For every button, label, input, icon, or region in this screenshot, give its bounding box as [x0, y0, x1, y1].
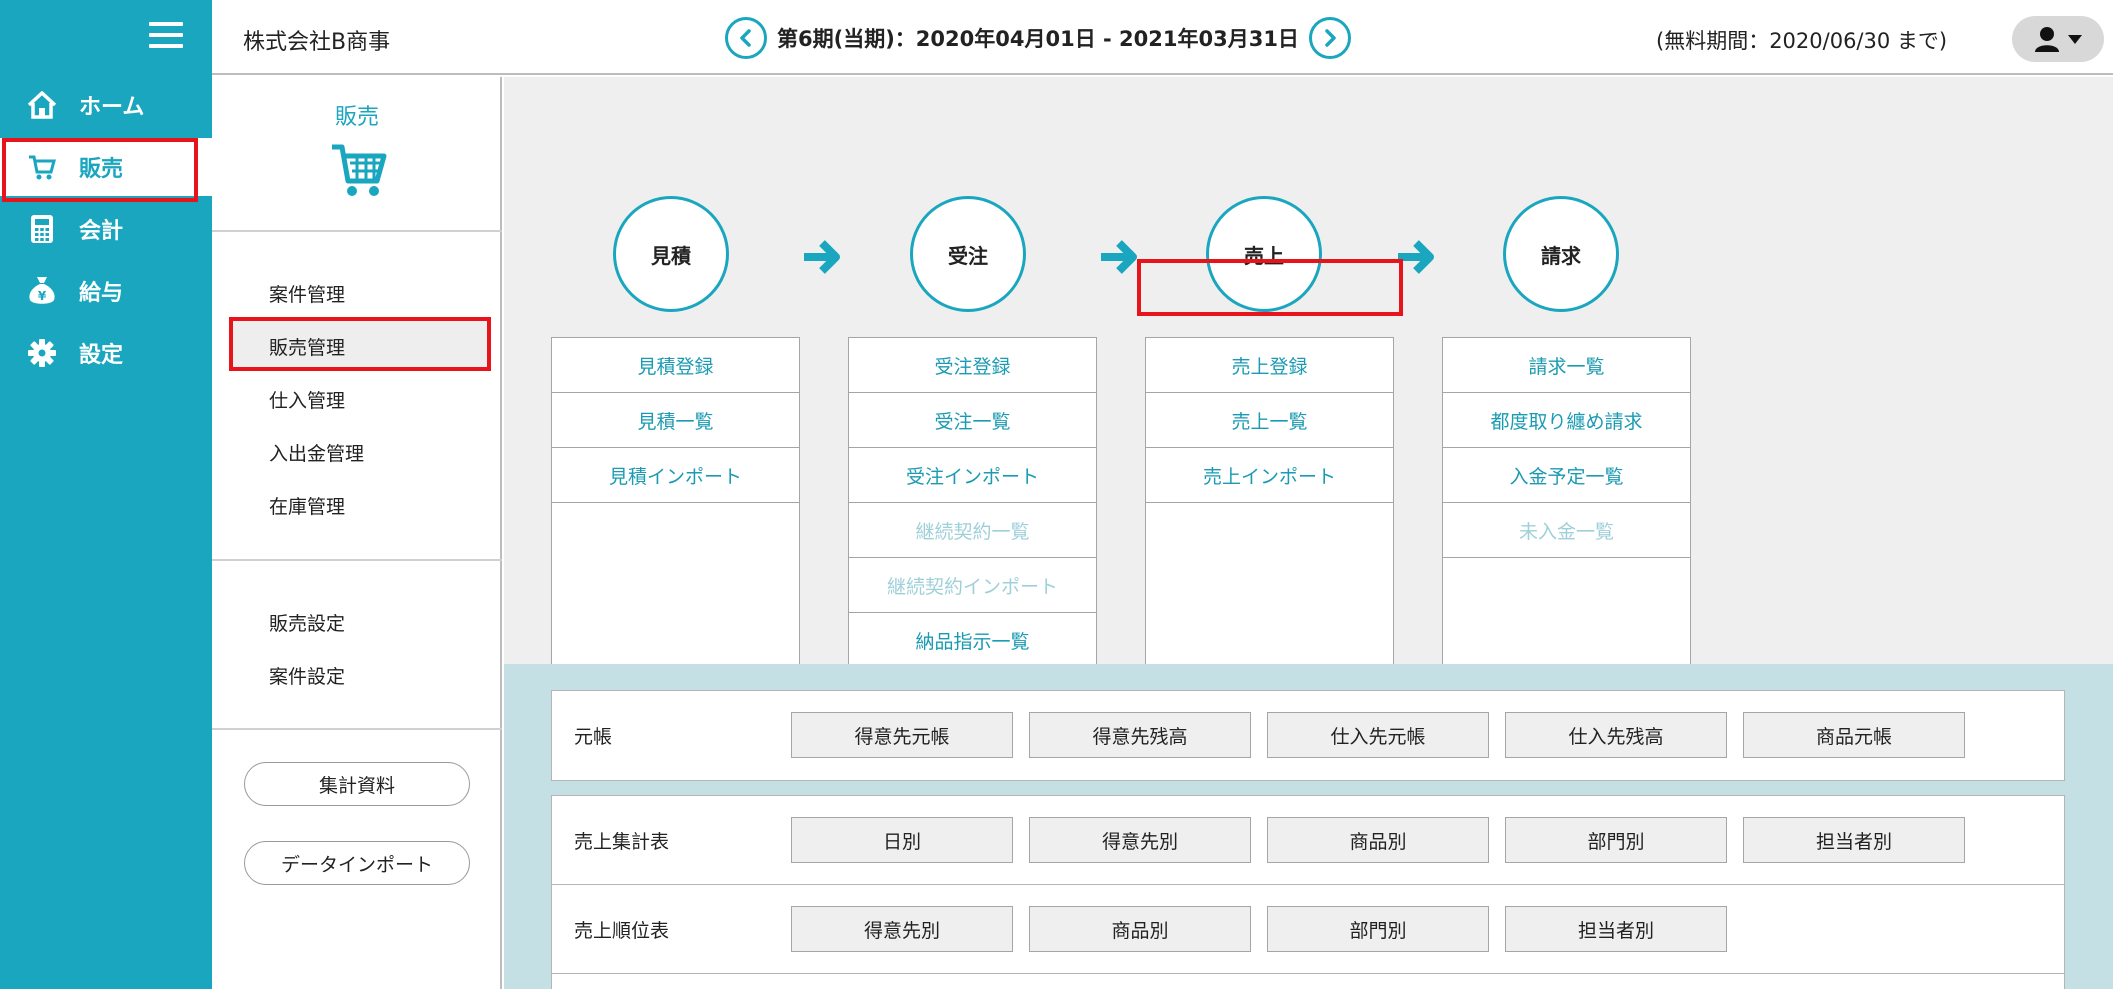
next-row-partial: [552, 974, 2064, 989]
summary-department-button[interactable]: 部門別: [1505, 817, 1727, 863]
supplier-balance-button[interactable]: 仕入先残高: [1505, 712, 1727, 758]
estimate-register-link[interactable]: 見積登録: [552, 338, 799, 393]
sales-register-link[interactable]: 売上登録: [1146, 338, 1393, 393]
expected-payment-list-link[interactable]: 入金予定一覧: [1443, 448, 1690, 503]
sub-item-projects[interactable]: 案件管理: [269, 280, 345, 307]
sales-ranking-row: 売上順位表 得意先別 商品別 部門別 担当者別: [552, 885, 2064, 974]
stage-invoice: 請求: [1503, 196, 1619, 312]
arrow-right-icon: [800, 237, 844, 277]
svg-text:¥: ¥: [38, 289, 47, 303]
sub-item-sales-settings[interactable]: 販売設定: [269, 609, 345, 636]
nav-item-sales[interactable]: 販売: [0, 138, 212, 196]
user-menu-button[interactable]: [2012, 16, 2104, 62]
summary-staff-button[interactable]: 担当者別: [1743, 817, 1965, 863]
sales-sub-sidebar: 販売 案件管理 販売管理 仕入管理 入出金管理 在庫管理 販売設定 案件設定 集…: [212, 77, 502, 989]
order-import-link[interactable]: 受注インポート: [849, 448, 1096, 503]
row-label: 売上順位表: [574, 885, 669, 974]
order-list-link[interactable]: 受注一覧: [849, 393, 1096, 448]
top-bar: 株式会社B商事 第6期(当期)：2020年04月01日 - 2021年03月31…: [212, 0, 2113, 75]
delivery-instruction-list-link[interactable]: 納品指示一覧: [849, 613, 1096, 668]
estimate-list-link[interactable]: 見積一覧: [552, 393, 799, 448]
sub-item-purchase[interactable]: 仕入管理: [269, 386, 345, 413]
order-register-link[interactable]: 受注登録: [849, 338, 1096, 393]
highlight-box: [2, 138, 198, 202]
product-ledger-button[interactable]: 商品元帳: [1743, 712, 1965, 758]
arrow-right-icon: [1097, 237, 1141, 277]
summary-daily-button[interactable]: 日別: [791, 817, 1013, 863]
home-icon: [25, 88, 59, 122]
sales-import-link[interactable]: 売上インポート: [1146, 448, 1393, 503]
cart-icon: [329, 137, 387, 203]
sub-item-payments[interactable]: 入出金管理: [269, 439, 364, 466]
nav-label: 会計: [79, 213, 123, 245]
data-import-button[interactable]: データインポート: [244, 841, 470, 885]
company-name: 株式会社B商事: [243, 24, 390, 56]
chevron-right-icon: [1322, 29, 1338, 47]
highlight-box: [1137, 259, 1403, 316]
sales-reports-panel: 売上集計表 日別 得意先別 商品別 部門別 担当者別 売上順位表 得意先別 商品…: [551, 795, 2065, 989]
sub-item-inventory[interactable]: 在庫管理: [269, 492, 345, 519]
sales-list-link[interactable]: 売上一覧: [1146, 393, 1393, 448]
row-label: 売上集計表: [574, 796, 669, 885]
customer-ledger-button[interactable]: 得意先元帳: [791, 712, 1013, 758]
divider: [212, 728, 502, 730]
ledger-row: 元帳 得意先元帳 得意先残高 仕入先元帳 仕入先残高 商品元帳: [552, 691, 2064, 780]
nav-label: 給与: [79, 275, 123, 307]
ledger-panel: 元帳 得意先元帳 得意先残高 仕入先元帳 仕入先残高 商品元帳: [551, 690, 2065, 781]
calculator-icon: [25, 212, 59, 246]
chevron-left-icon: [738, 29, 754, 47]
main-sidebar: ホーム 販売 会計 ¥ 給与 設定: [0, 0, 212, 989]
supplier-ledger-button[interactable]: 仕入先元帳: [1267, 712, 1489, 758]
ranking-staff-button[interactable]: 担当者別: [1505, 906, 1727, 952]
sales-flow-area: 見積 受注 売上 請求 見積登録 見積一覧 見積インポート 受注登録 受注一覧 …: [504, 77, 2113, 664]
next-period-button[interactable]: [1309, 17, 1351, 59]
contract-list-link: 継続契約一覧: [849, 503, 1096, 558]
fiscal-period-text: 第6期(当期)：2020年04月01日 - 2021年03月31日: [777, 23, 1299, 53]
batch-invoice-link[interactable]: 都度取り纏め請求: [1443, 393, 1690, 448]
nav-item-home[interactable]: ホーム: [0, 76, 212, 134]
ranking-customer-button[interactable]: 得意先別: [791, 906, 1013, 952]
stage-estimate: 見積: [613, 196, 729, 312]
previous-period-button[interactable]: [725, 17, 767, 59]
stage-order: 受注: [910, 196, 1026, 312]
nav-label: ホーム: [79, 89, 144, 121]
sales-summary-row: 売上集計表 日別 得意先別 商品別 部門別 担当者別: [552, 796, 2064, 885]
money-bag-icon: ¥: [25, 274, 59, 308]
gear-icon: [25, 336, 59, 370]
fiscal-period-selector: 第6期(当期)：2020年04月01日 - 2021年03月31日: [725, 16, 1351, 60]
estimate-import-link[interactable]: 見積インポート: [552, 448, 799, 503]
hamburger-menu-icon[interactable]: [149, 22, 183, 48]
trial-period-text: (無料期間：2020/06/30 まで): [1656, 25, 1947, 55]
contract-import-link: 継続契約インポート: [849, 558, 1096, 613]
nav-item-accounting[interactable]: 会計: [0, 200, 212, 258]
sub-item-sales-management[interactable]: 販売管理: [269, 333, 345, 360]
row-label: 元帳: [574, 691, 612, 780]
invoice-list-link[interactable]: 請求一覧: [1443, 338, 1690, 393]
caret-down-icon: [2067, 33, 2083, 45]
sub-sidebar-title: 販売: [212, 99, 502, 131]
ranking-department-button[interactable]: 部門別: [1267, 906, 1489, 952]
summary-customer-button[interactable]: 得意先別: [1029, 817, 1251, 863]
divider: [212, 230, 502, 232]
summary-product-button[interactable]: 商品別: [1267, 817, 1489, 863]
sub-item-project-settings[interactable]: 案件設定: [269, 662, 345, 689]
divider: [212, 559, 502, 561]
nav-item-settings[interactable]: 設定: [0, 324, 212, 382]
reports-area: 元帳 得意先元帳 得意先残高 仕入先元帳 仕入先残高 商品元帳 売上集計表 日別…: [504, 664, 2113, 989]
ranking-product-button[interactable]: 商品別: [1029, 906, 1251, 952]
nav-label: 設定: [79, 337, 123, 369]
nav-item-payroll[interactable]: ¥ 給与: [0, 262, 212, 320]
unpaid-list-link: 未入金一覧: [1443, 503, 1690, 558]
user-icon: [2033, 25, 2061, 53]
customer-balance-button[interactable]: 得意先残高: [1029, 712, 1251, 758]
summary-report-button[interactable]: 集計資料: [244, 762, 470, 806]
